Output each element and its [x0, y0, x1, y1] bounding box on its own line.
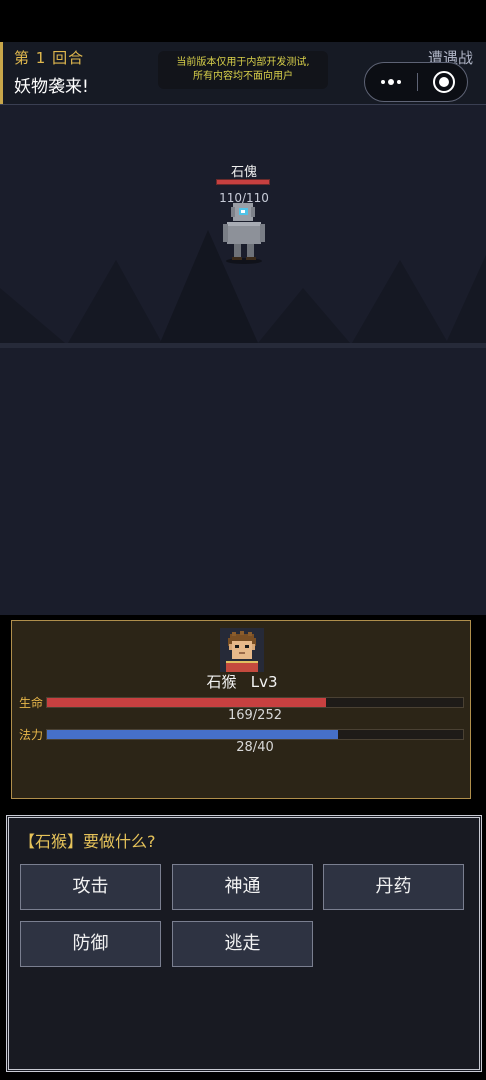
skill-button[interactable]: 神通: [172, 864, 313, 910]
hp-bar: [46, 697, 464, 708]
mp-label: 法力: [19, 728, 44, 742]
battle-scene: 石傀 110/110: [0, 105, 486, 615]
enemy-name: 石傀: [230, 165, 257, 180]
hero-status-panel: 石猴 Lv3 生命 169/252 法力 28/40: [11, 620, 471, 799]
miniprogram-capsule: [364, 62, 468, 102]
action-menu: 【石猴】要做什么? 攻击 神通 丹药 防御 逃走: [6, 815, 482, 1072]
potion-button[interactable]: 丹药: [323, 864, 464, 910]
dev-notice-line2: 所有内容均不面向用户: [193, 71, 293, 82]
ground-line: [0, 343, 486, 348]
battle-header: 第 1 回合 妖物袭来! 当前版本仅用于内部开发测试, 所有内容均不面向用户 遭…: [0, 42, 486, 105]
mp-value: 28/40: [236, 740, 274, 755]
attack-button[interactable]: 攻击: [20, 864, 161, 910]
mp-bar-fill: [47, 730, 339, 739]
hp-label: 生命: [19, 696, 44, 710]
stone-golem-sprite[interactable]: [222, 201, 266, 265]
status-bar: [0, 0, 486, 42]
round-label: 第 1 回合: [14, 49, 85, 67]
hp-value: 169/252: [227, 708, 282, 723]
action-prompt: 【石猴】要做什么?: [19, 832, 156, 851]
capsule-divider: [417, 73, 418, 91]
hero-level: Lv3: [250, 673, 278, 691]
header-accent: [0, 42, 3, 104]
dev-notice: 当前版本仅用于内部开发测试, 所有内容均不面向用户: [158, 51, 328, 89]
enemy-hp-fill: [217, 180, 269, 184]
enemy-hp-bar: [216, 179, 270, 185]
dev-notice-line1: 当前版本仅用于内部开发测试,: [176, 57, 310, 68]
target-circle-icon[interactable]: [433, 71, 455, 93]
hero-name-row: 石猴 Lv3: [12, 671, 472, 692]
more-dots-icon[interactable]: [365, 63, 417, 101]
hero-avatar[interactable]: [220, 628, 264, 672]
defend-button[interactable]: 防御: [20, 921, 161, 967]
hp-bar-fill: [47, 698, 326, 707]
hero-name: 石猴: [206, 673, 237, 691]
flee-button[interactable]: 逃走: [172, 921, 313, 967]
monkey-avatar-icon: [226, 631, 258, 672]
battle-message: 妖物袭来!: [14, 77, 89, 97]
mp-bar: [46, 729, 464, 740]
